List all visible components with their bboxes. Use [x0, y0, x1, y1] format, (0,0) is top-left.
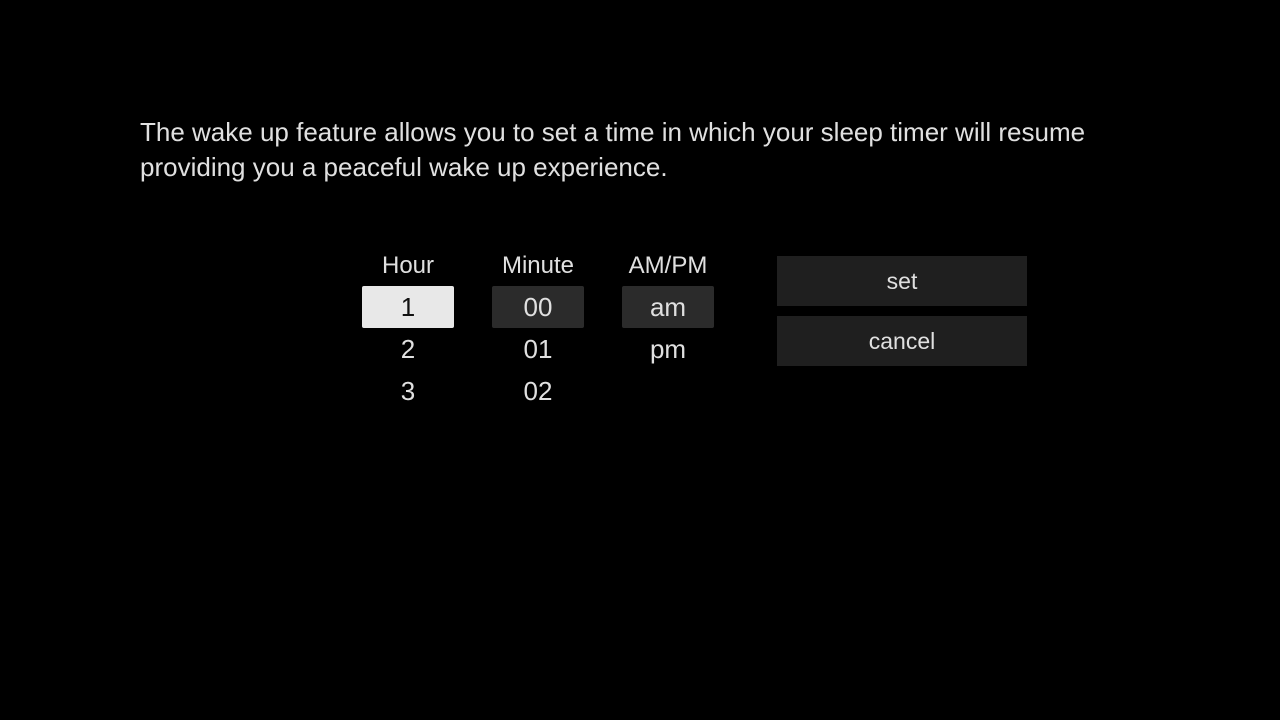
action-buttons: set cancel: [777, 256, 1027, 366]
hour-scroll[interactable]: 1 2 3: [362, 286, 454, 426]
time-picker: Hour 1 2 3 Minute 00 01 02 AM/PM am pm s…: [343, 252, 1027, 426]
ampm-label: AM/PM: [629, 252, 708, 280]
minute-option[interactable]: 02: [492, 370, 584, 412]
minute-column: Minute 00 01 02: [473, 252, 603, 426]
cancel-button[interactable]: cancel: [777, 316, 1027, 366]
hour-option[interactable]: 1: [362, 286, 454, 328]
hour-column: Hour 1 2 3: [343, 252, 473, 426]
ampm-option[interactable]: am: [622, 286, 714, 328]
ampm-option[interactable]: pm: [622, 328, 714, 370]
ampm-column: AM/PM am pm: [603, 252, 733, 426]
hour-label: Hour: [382, 252, 434, 280]
minute-label: Minute: [502, 252, 574, 280]
minute-option[interactable]: 00: [492, 286, 584, 328]
minute-scroll[interactable]: 00 01 02: [492, 286, 584, 426]
feature-description: The wake up feature allows you to set a …: [140, 115, 1140, 185]
minute-option[interactable]: 01: [492, 328, 584, 370]
set-button[interactable]: set: [777, 256, 1027, 306]
hour-option[interactable]: 2: [362, 328, 454, 370]
hour-option[interactable]: 3: [362, 370, 454, 412]
ampm-scroll[interactable]: am pm: [622, 286, 714, 426]
